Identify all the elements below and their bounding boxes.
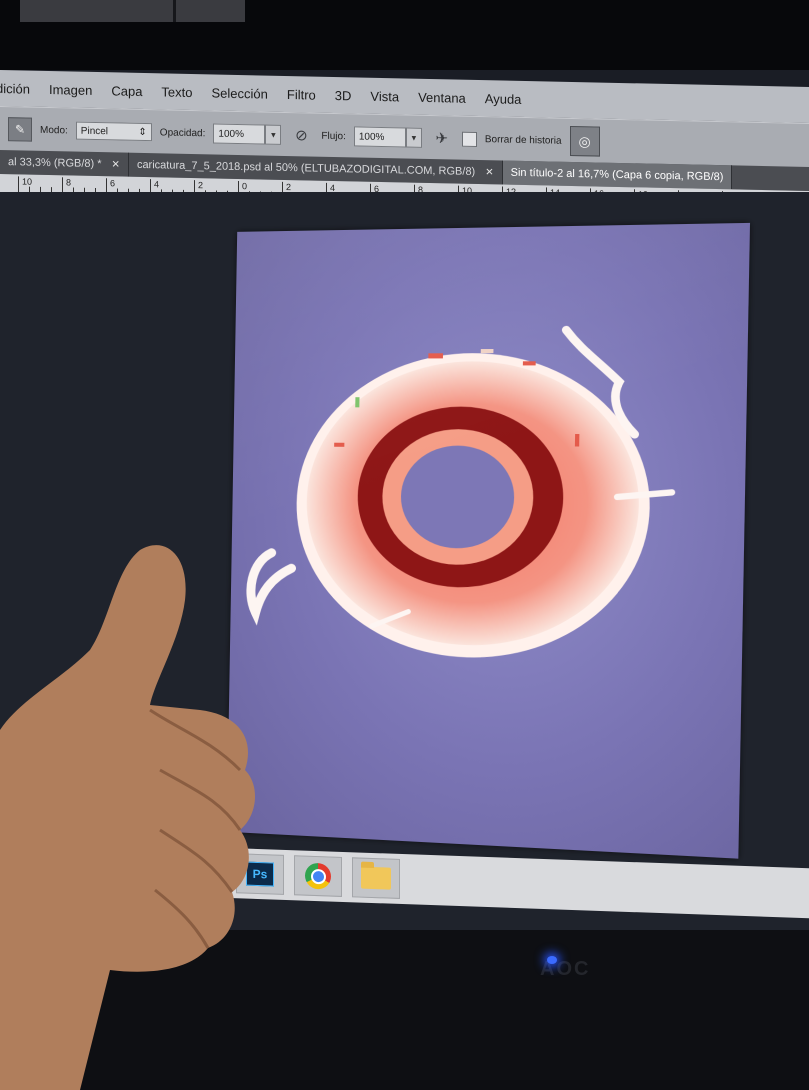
taskbar-chrome[interactable] (294, 855, 342, 897)
opacity-dropdown-icon[interactable]: ▾ (265, 124, 282, 145)
menu-texto[interactable]: Texto (161, 84, 192, 100)
menu-seleccion[interactable]: Selección (212, 85, 268, 101)
mode-value: Pincel (80, 125, 109, 137)
erase-history-label: Borrar de historia (484, 133, 562, 147)
mode-label: Modo: (40, 124, 68, 136)
hand-shape (0, 545, 256, 1090)
close-icon[interactable]: ✕ (112, 159, 120, 170)
flow-label: Flujo: (321, 130, 346, 142)
ruler-label: 2 (198, 180, 204, 191)
menu-filtro[interactable]: Filtro (287, 87, 316, 103)
erase-history-checkbox[interactable] (461, 131, 477, 147)
thumbs-up-hand (0, 545, 256, 1090)
brush-preset-icon[interactable]: ✎ (8, 117, 32, 142)
ruler-label: 0 (242, 181, 248, 192)
ruler-tick (62, 177, 63, 194)
pressure-opacity-icon[interactable]: ⊘ (289, 123, 313, 148)
menu-capa[interactable]: Capa (111, 83, 142, 99)
menu-imagen[interactable]: Imagen (49, 82, 92, 98)
background-object (20, 0, 245, 22)
flow-input[interactable]: 100% (353, 126, 406, 148)
taskbar-file-explorer[interactable] (352, 857, 400, 899)
opacity-label: Opacidad: (159, 126, 206, 139)
background-object-divider (173, 0, 176, 22)
menu-edicion[interactable]: dición (0, 80, 30, 96)
ruler-label: 4 (154, 179, 160, 190)
close-icon[interactable]: ✕ (485, 167, 493, 178)
tab-label: caricatura_7_5_2018.psd al 50% (ELTUBAZO… (136, 158, 476, 178)
menu-3d[interactable]: 3D (335, 88, 352, 103)
opacity-input[interactable]: 100% (213, 123, 266, 145)
chevron-updown-icon: ⇕ (138, 126, 147, 138)
ruler-label: 2 (286, 181, 292, 193)
tab-label: al 33,3% (RGB/8) * (8, 156, 102, 171)
ruler-label: 10 (22, 176, 33, 187)
airbrush-icon[interactable]: ✈ (430, 126, 454, 151)
mode-select[interactable]: Pincel ⇕ (75, 121, 152, 142)
tab-document-1[interactable]: al 33,3% (RGB/8) * ✕ (0, 150, 129, 177)
pressure-size-icon[interactable]: ◎ (569, 125, 600, 157)
monitor-top-bezel (0, 0, 809, 70)
ruler-label: 6 (110, 178, 116, 189)
menu-vista[interactable]: Vista (370, 88, 399, 104)
tab-label: Sin título-2 al 16,7% (Capa 6 copia, RGB… (510, 166, 724, 184)
screen-glare (226, 222, 751, 859)
document-canvas[interactable] (226, 222, 751, 859)
power-led-icon (547, 956, 557, 964)
menu-ayuda[interactable]: Ayuda (485, 91, 522, 107)
chrome-icon (305, 862, 331, 890)
flow-dropdown-icon[interactable]: ▾ (405, 127, 422, 148)
folder-icon (361, 866, 391, 890)
ruler-tick (18, 176, 19, 193)
menu-ventana[interactable]: Ventana (418, 89, 466, 105)
ruler-label: 8 (66, 177, 72, 188)
